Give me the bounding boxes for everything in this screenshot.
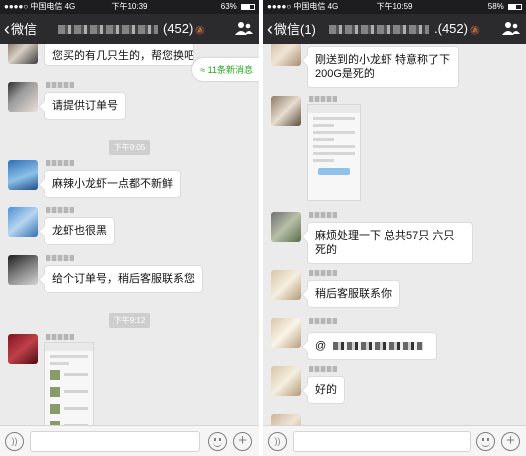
avatar[interactable] xyxy=(8,44,38,64)
mute-icon: 🔕 xyxy=(195,26,206,35)
emoji-icon[interactable] xyxy=(208,432,227,451)
avatar[interactable] xyxy=(271,366,301,396)
message-input[interactable] xyxy=(293,431,471,452)
avatar[interactable] xyxy=(8,334,38,364)
message-bubble[interactable]: 龙虾也很黑 xyxy=(44,217,115,245)
message-bubble[interactable]: 您买的有几只生的，帮您换吧 xyxy=(44,44,194,66)
sender-nickname xyxy=(46,334,74,340)
message-bubble[interactable]: 麻辣小龙虾一点都不新鲜 xyxy=(44,170,181,198)
sender-nickname xyxy=(309,318,337,324)
battery-indicator: 63% xyxy=(221,0,255,14)
sender-nickname xyxy=(46,207,74,213)
blurred-group-name xyxy=(329,25,429,35)
battery-percent: 63% xyxy=(220,2,237,11)
clock: 下午10:59 xyxy=(376,2,413,11)
voice-icon[interactable]: )) xyxy=(5,432,24,451)
timestamp: 下午9:12 xyxy=(0,310,259,328)
avatar[interactable] xyxy=(271,44,301,66)
avatar[interactable] xyxy=(271,212,301,242)
avatar[interactable] xyxy=(8,207,38,237)
sender-nickname xyxy=(46,255,74,261)
chat-title: (452) 🔕 xyxy=(58,14,229,44)
chat-title: .(452) 🔕 xyxy=(329,14,496,44)
battery-icon xyxy=(241,3,255,10)
avatar[interactable] xyxy=(271,96,301,126)
sender-nickname xyxy=(309,366,337,372)
sender-nickname xyxy=(46,160,74,166)
message-bubble[interactable]: 麻烦处理一下 总共57只 六只死的 xyxy=(307,222,473,264)
timestamp-label: 下午9:05 xyxy=(108,140,151,155)
message-bubble[interactable]: 给个订单号，稍后客服联系您 xyxy=(44,265,203,293)
right-chat-screen: ●●●●○ 中国电信 4G 下午10:59 58% ‹微信(1) .(452) 🔕… xyxy=(263,0,526,456)
status-bar: ●●●●○ 中国电信 4G 下午10:39 63% xyxy=(0,0,259,14)
sender-nickname xyxy=(309,96,337,102)
group-members-icon[interactable] xyxy=(502,21,520,37)
chevron-left-icon: ‹ xyxy=(4,19,10,39)
avatar[interactable] xyxy=(8,82,38,112)
message-bubble[interactable]: 请提供订单号 xyxy=(44,92,126,120)
input-bar: )) + xyxy=(263,425,526,456)
voice-icon[interactable]: )) xyxy=(268,432,287,451)
left-chat-screen: ●●●●○ 中国电信 4G 下午10:39 63% ‹微信 (452) 🔕 您买的… xyxy=(0,0,259,456)
emoji-icon[interactable] xyxy=(476,432,495,451)
avatar[interactable] xyxy=(271,318,301,348)
avatar[interactable] xyxy=(8,160,38,190)
new-messages-button[interactable]: ≈ 11条新消息 xyxy=(192,58,259,81)
status-bar: ●●●●○ 中国电信 4G 下午10:59 58% xyxy=(263,0,526,14)
timestamp: 下午9:05 xyxy=(0,137,259,155)
screenshot-image-message[interactable] xyxy=(44,342,94,425)
sender-nickname xyxy=(309,270,337,276)
chat-header: ‹微信 (452) 🔕 xyxy=(0,14,259,44)
blurred-mention-name xyxy=(333,342,424,351)
timestamp-label: 下午9:12 xyxy=(108,313,151,328)
avatar[interactable] xyxy=(271,270,301,300)
mention-bubble[interactable]: @ xyxy=(307,332,437,360)
message-input[interactable] xyxy=(30,431,200,452)
chat-area: 您买的有几只生的，帮您换吧 ≈ 11条新消息 请提供订单号 下午9:05 麻辣小… xyxy=(0,44,259,425)
sender-nickname xyxy=(46,82,74,88)
back-label: 微信 xyxy=(11,22,38,37)
message-bubble[interactable]: 刚送到的小龙虾 特意称了下200G是死的 xyxy=(307,46,459,88)
blurred-group-name xyxy=(58,25,158,35)
mention-symbol: @ xyxy=(315,340,327,352)
mute-icon: 🔕 xyxy=(469,26,480,35)
plus-icon[interactable]: + xyxy=(233,432,252,451)
member-count: .(452) xyxy=(434,21,468,36)
avatar[interactable] xyxy=(8,255,38,285)
chat-header: ‹微信(1) .(452) 🔕 xyxy=(263,14,526,44)
chat-area: 刚送到的小龙虾 特意称了下200G是死的 麻烦处理一下 总共57只 六只死的 稍… xyxy=(263,44,526,425)
avatar[interactable] xyxy=(271,414,301,425)
message-bubble[interactable]: 稍后客服联系你 xyxy=(307,280,400,308)
back-button[interactable]: ‹微信(1) xyxy=(267,14,316,44)
input-bar: )) + xyxy=(0,425,259,456)
back-label: 微信(1) xyxy=(274,22,316,37)
screenshot-image-message[interactable] xyxy=(307,104,361,201)
chevron-left-icon: ‹ xyxy=(267,19,273,39)
battery-indicator: 58% xyxy=(488,0,522,14)
group-members-icon[interactable] xyxy=(235,21,253,37)
plus-icon[interactable]: + xyxy=(501,432,520,451)
new-messages-label: 11条新消息 xyxy=(207,65,253,75)
member-count: (452) xyxy=(163,21,194,36)
back-button[interactable]: ‹微信 xyxy=(4,14,37,44)
battery-percent: 58% xyxy=(487,2,504,11)
double-chevron-up-icon: ≈ xyxy=(200,65,206,75)
battery-icon xyxy=(508,3,522,10)
sender-nickname xyxy=(309,212,337,218)
message-bubble[interactable]: 好的 xyxy=(307,376,345,404)
